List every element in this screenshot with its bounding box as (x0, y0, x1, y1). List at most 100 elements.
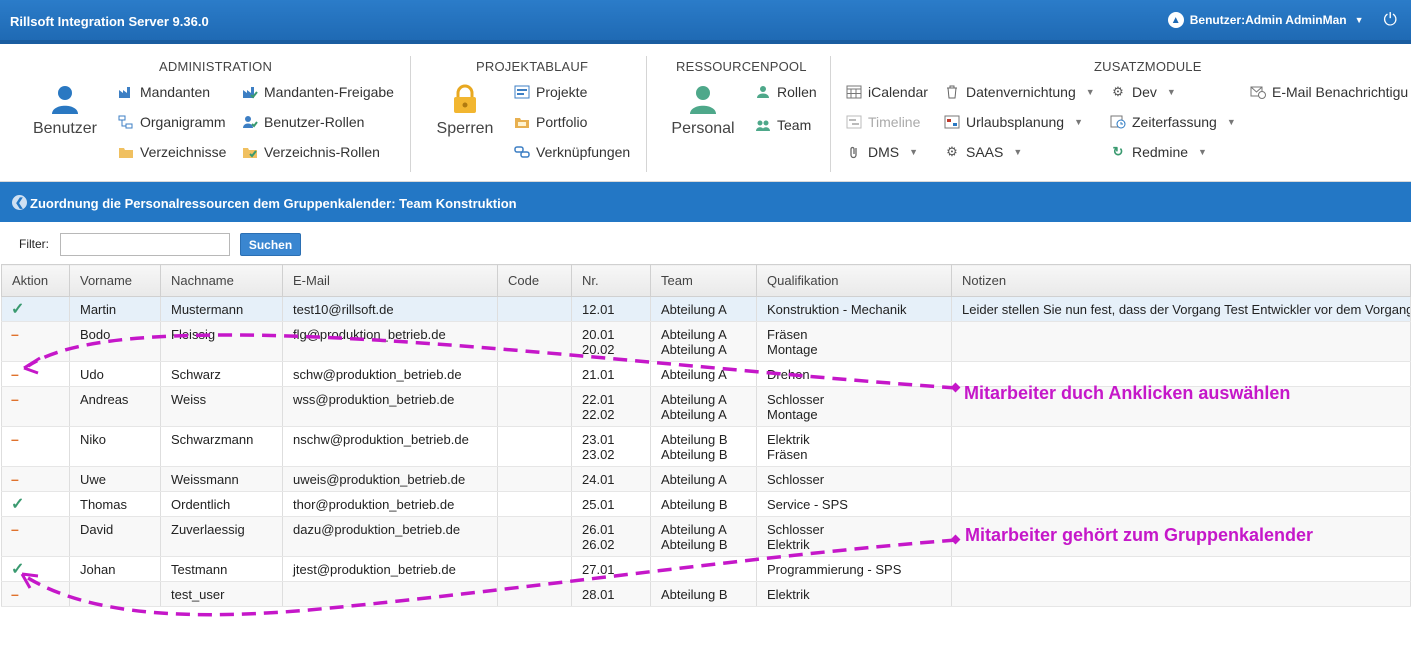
table-body: ✓ Martin Mustermann test10@rillsoft.de 12.01… (1, 296, 1411, 607)
cell-nachname: Testmann (160, 556, 283, 582)
portfolio-button[interactable]: Portfolio (514, 114, 587, 130)
search-button[interactable]: Suchen (240, 233, 301, 256)
column-header-email[interactable]: E-Mail (282, 264, 498, 297)
cell-email: test10@rillsoft.de (282, 296, 498, 322)
dev-dropdown[interactable]: ⚙ Dev ▼ (1110, 84, 1176, 100)
cell-line: Schwarzmann (171, 432, 254, 447)
cell-aktion[interactable]: – (1, 361, 70, 387)
user-label[interactable]: Benutzer:Admin AdminMan (1190, 13, 1347, 27)
cell-notizen (951, 466, 1411, 492)
zeiterfassung-dropdown[interactable]: Zeiterfassung ▼ (1110, 114, 1236, 130)
redmine-dropdown[interactable]: ↻ Redmine ▼ (1110, 144, 1207, 160)
column-header-qualifikation[interactable]: Qualifikation (756, 264, 952, 297)
power-icon[interactable]: ⏻ (1384, 11, 1397, 28)
sperren-button[interactable]: Sperren (432, 84, 498, 138)
table-row[interactable]: – Bodo Fleissig flg@produktion_betrieb.de 20… (1, 321, 1411, 362)
timeline-label: Timeline (868, 114, 921, 130)
app-window: Rillsoft Integration Server 9.36.0 ▲ Ben… (0, 0, 1411, 651)
verknuepfungen-button[interactable]: Verknüpfungen (514, 144, 630, 160)
lock-icon (454, 84, 476, 113)
benutzer-button[interactable]: Benutzer (28, 84, 102, 138)
cell-line: thor@produktion_betrieb.de (293, 497, 455, 512)
cell-line: Schlosser (767, 392, 825, 407)
mandanten-button[interactable]: Mandanten (118, 84, 210, 100)
cell-aktion[interactable]: – (1, 516, 70, 557)
column-header-vorname[interactable]: Vorname (69, 264, 161, 297)
table-row[interactable]: ✓ Thomas Ordentlich thor@produktion_betrieb… (1, 491, 1411, 517)
table-row[interactable]: – Niko Schwarzmann nschw@produktion_betrieb… (1, 426, 1411, 467)
verzeichnisse-label: Verzeichnisse (140, 144, 227, 160)
column-header-notizen[interactable]: Notizen (951, 264, 1411, 297)
caret-down-icon[interactable]: ▼ (1355, 15, 1364, 25)
calendar-icon (846, 84, 862, 100)
sperren-label: Sperren (436, 120, 494, 137)
cell-aktion[interactable]: ✓ (1, 296, 70, 322)
table-row[interactable]: ✓ Martin Mustermann test10@rillsoft.de 12.01… (1, 296, 1411, 322)
minus-icon[interactable]: – (11, 431, 19, 447)
cell-notizen (951, 491, 1411, 517)
org-chart-icon (118, 114, 134, 130)
cell-qual: Programmierung - SPS (756, 556, 952, 582)
table-row[interactable]: – test_user 28.01 Abteilung B Elektrik (1, 581, 1411, 607)
verzeichnis-rollen-button[interactable]: Verzeichnis-Rollen (242, 144, 380, 160)
email-benachrichtigung-button[interactable]: E-Mail Benachrichtigu (1250, 84, 1408, 100)
icalendar-button[interactable]: iCalendar (846, 84, 928, 100)
column-header-nr[interactable]: Nr. (571, 264, 651, 297)
cell-aktion[interactable]: – (1, 466, 70, 492)
cell-qual: Fräsen Montage (756, 321, 952, 362)
datenvernichtung-dropdown[interactable]: Datenvernichtung ▼ (944, 84, 1095, 100)
cell-code (497, 321, 572, 362)
minus-icon[interactable]: – (11, 471, 19, 487)
cell-line: test10@rillsoft.de (293, 302, 394, 317)
urlaubsplanung-dropdown[interactable]: Urlaubsplanung ▼ (944, 114, 1083, 130)
minus-icon[interactable]: – (11, 586, 19, 602)
benutzer-rollen-label: Benutzer-Rollen (264, 114, 365, 130)
table-row[interactable]: – Uwe Weissmann uweis@produktion_betrieb.de… (1, 466, 1411, 492)
cell-aktion[interactable]: – (1, 581, 70, 607)
chevron-up-circle-icon[interactable]: ▲ (1167, 12, 1184, 28)
cell-aktion[interactable]: – (1, 321, 70, 362)
cell-aktion[interactable]: ✓ (1, 491, 70, 517)
minus-icon[interactable]: – (11, 391, 19, 407)
verzeichnisse-button[interactable]: Verzeichnisse (118, 144, 226, 160)
filter-input[interactable] (60, 233, 230, 256)
organigramm-button[interactable]: Organigramm (118, 114, 226, 130)
timeline-button[interactable]: Timeline (846, 114, 920, 130)
cell-team: Abteilung A (650, 296, 757, 322)
personal-button[interactable]: Personal (666, 84, 740, 138)
table-row[interactable]: ✓ Johan Testmann jtest@produktion_betrieb.d… (1, 556, 1411, 582)
cell-aktion[interactable]: – (1, 426, 70, 467)
group-title-administration: ADMINISTRATION (159, 59, 273, 74)
user-menu[interactable]: ▲ Benutzer:Admin AdminMan ▼ ⏻ (1167, 11, 1397, 28)
projekte-button[interactable]: Projekte (514, 84, 587, 100)
mandanten-freigabe-button[interactable]: Mandanten-Freigabe (242, 84, 394, 100)
minus-icon[interactable]: – (11, 326, 19, 342)
cell-aktion[interactable]: – (1, 386, 70, 427)
check-icon[interactable]: ✓ (11, 561, 24, 578)
cell-line: Programmierung - SPS (767, 562, 902, 577)
saas-dropdown[interactable]: ⚙ SAAS ▼ (944, 144, 1022, 160)
check-icon[interactable]: ✓ (11, 496, 24, 513)
team-button[interactable]: Team (755, 117, 811, 133)
minus-icon[interactable]: – (11, 366, 19, 382)
cell-line: 23.02 (582, 447, 615, 462)
rollen-button[interactable]: Rollen (755, 84, 817, 100)
cell-line: 26.01 (582, 522, 615, 537)
column-header-code[interactable]: Code (497, 264, 572, 297)
benutzer-rollen-button[interactable]: Benutzer-Rollen (242, 114, 364, 130)
minus-icon[interactable]: – (11, 521, 19, 537)
column-header-team[interactable]: Team (650, 264, 757, 297)
cell-line: 20.01 (582, 327, 615, 342)
cell-qual: Schlosser (756, 466, 952, 492)
cell-qual: Elektrik Fräsen (756, 426, 952, 467)
check-icon[interactable]: ✓ (11, 301, 24, 318)
back-arrow-icon[interactable]: ❮ (12, 195, 27, 210)
column-header-aktion[interactable]: Aktion (1, 264, 70, 297)
cell-notizen (951, 581, 1411, 607)
column-header-nachname[interactable]: Nachname (160, 264, 283, 297)
top-bar: Rillsoft Integration Server 9.36.0 ▲ Ben… (0, 0, 1411, 44)
dms-dropdown[interactable]: DMS ▼ (846, 144, 918, 160)
cell-aktion[interactable]: ✓ (1, 556, 70, 582)
cell-line: David (80, 522, 114, 537)
zeiterfassung-label: Zeiterfassung (1132, 114, 1217, 130)
